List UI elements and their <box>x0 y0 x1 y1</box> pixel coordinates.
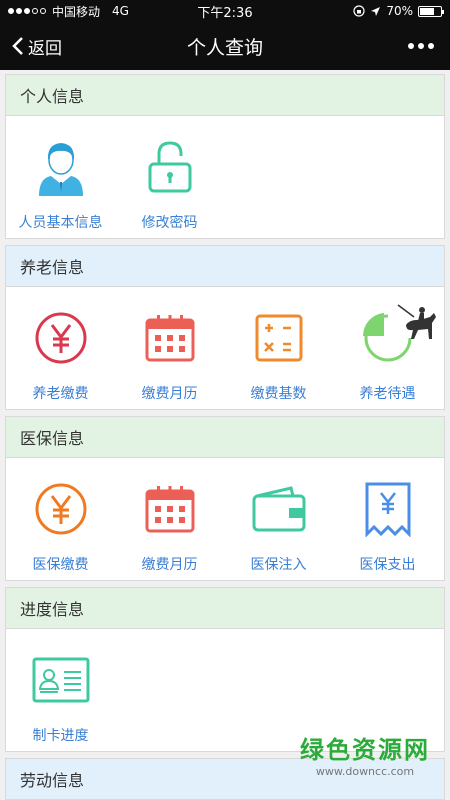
item-label: 医保支出 <box>359 557 416 573</box>
watermark: 绿色资源网 www.downcc.com <box>300 730 430 778</box>
item-label: 医保缴费 <box>32 557 89 573</box>
calendar-icon <box>145 486 194 533</box>
lock-icon <box>148 141 191 193</box>
item-label: 养老缴费 <box>32 386 89 402</box>
section-title: 养老信息 <box>6 246 444 287</box>
status-bar: 中国移动 4G 下午2:36 70% <box>0 0 450 22</box>
signal-strength-icon <box>8 8 46 14</box>
item-medical-expense[interactable]: 医保支出 <box>333 458 442 580</box>
item-label: 养老待遇 <box>359 386 416 402</box>
section-title: 医保信息 <box>6 417 444 458</box>
item-label: 修改密码 <box>141 215 198 231</box>
battery-percent: 70% <box>386 4 413 18</box>
chevron-left-icon <box>12 37 23 55</box>
rotation-lock-icon <box>353 5 365 17</box>
nav-bar: 返回 个人查询 <box>0 22 450 70</box>
section-medical-info: 医保信息 医保缴费 缴费月历 医保注入 医保支出 <box>5 416 445 581</box>
item-payment-calendar[interactable]: 缴费月历 <box>115 458 224 580</box>
section-progress-info: 进度信息 制卡进度 <box>5 587 445 752</box>
item-basic-info[interactable]: 人员基本信息 <box>6 116 115 238</box>
item-label: 缴费基数 <box>250 386 307 402</box>
status-time: 下午2:36 <box>197 5 253 21</box>
calendar-icon <box>145 315 194 362</box>
item-label: 缴费月历 <box>141 386 198 402</box>
horse-rider-icon <box>397 304 436 339</box>
back-label: 返回 <box>28 38 62 59</box>
section-title: 个人信息 <box>6 75 444 116</box>
carrier-name: 中国移动 <box>52 4 101 19</box>
item-medical-injection[interactable]: 医保注入 <box>224 458 333 580</box>
more-dot-icon <box>408 43 414 49</box>
wallet-icon <box>252 486 305 532</box>
id-card-icon <box>32 657 89 703</box>
network-type: 4G <box>112 4 129 18</box>
section-personal-info: 个人信息 人员基本信息 修改密码 <box>5 74 445 239</box>
item-label: 缴费月历 <box>141 557 198 573</box>
item-label: 制卡进度 <box>32 728 89 744</box>
yuan-circle-icon <box>35 312 86 364</box>
person-avatar-icon <box>38 143 83 196</box>
receipt-icon <box>365 482 410 537</box>
page-title: 个人查询 <box>186 36 264 59</box>
item-card-progress[interactable]: 制卡进度 <box>6 629 115 751</box>
section-title: 进度信息 <box>6 588 444 629</box>
item-medical-payment[interactable]: 医保缴费 <box>6 458 115 580</box>
calculator-icon <box>255 314 302 362</box>
item-label: 医保注入 <box>250 557 307 573</box>
battery-icon <box>418 5 444 17</box>
more-dot-icon <box>418 43 424 49</box>
item-label: 人员基本信息 <box>18 215 103 231</box>
location-icon <box>371 6 381 16</box>
yuan-circle-icon <box>35 483 86 535</box>
back-button[interactable]: 返回 <box>0 34 62 59</box>
item-payment-calendar[interactable]: 缴费月历 <box>115 287 224 409</box>
more-button[interactable] <box>408 43 434 49</box>
section-pension-info: 养老信息 养老缴费 缴费月历 缴费基数 养老待遇 <box>5 245 445 410</box>
more-dot-icon <box>428 43 434 49</box>
item-pension-payment[interactable]: 养老缴费 <box>6 287 115 409</box>
item-payment-base[interactable]: 缴费基数 <box>224 287 333 409</box>
watermark-title: 绿色资源网 <box>300 736 430 764</box>
watermark-url: www.downcc.com <box>315 765 415 778</box>
item-change-password[interactable]: 修改密码 <box>115 116 224 238</box>
